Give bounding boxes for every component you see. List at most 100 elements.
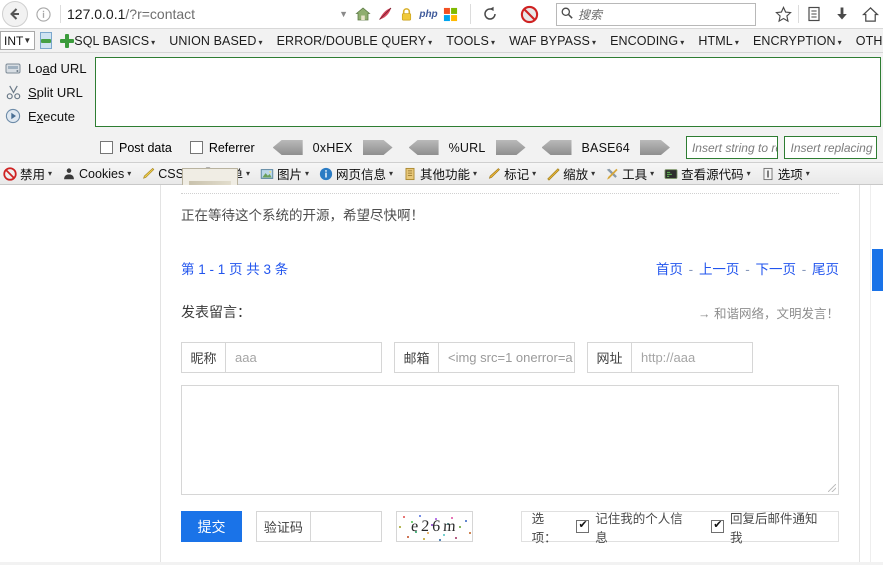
post-comment-title: 发表留言： bbox=[181, 304, 251, 320]
scrollbar-thumb[interactable] bbox=[872, 249, 883, 291]
hackbar-menu-html[interactable]: HTML ▾ bbox=[698, 34, 739, 48]
email-input[interactable]: <img src=1 onerror=a bbox=[439, 343, 574, 372]
split-url-button[interactable]: Split URL bbox=[0, 80, 95, 104]
extbar-item-resize[interactable]: 缩放 ▾ bbox=[545, 164, 595, 183]
pagination-next-link[interactable]: 下一页 bbox=[755, 262, 796, 277]
email-field[interactable]: 邮箱 <img src=1 onerror=a bbox=[394, 342, 575, 373]
lock-extension-icon[interactable] bbox=[398, 6, 415, 23]
remember-info-checkbox[interactable]: 记住我的个人信息 bbox=[576, 508, 693, 546]
home-extension-icon[interactable] bbox=[354, 6, 371, 23]
hackbar-type-select[interactable]: INT ▼ bbox=[0, 31, 36, 50]
outline-icon bbox=[486, 166, 502, 182]
pagination-prev-link[interactable]: 上一页 bbox=[699, 262, 740, 277]
submit-button[interactable]: 提交 bbox=[181, 511, 242, 542]
chevron-down-icon: ▾ bbox=[805, 169, 810, 178]
bookmark-star-icon[interactable] bbox=[770, 2, 796, 26]
hackbar-menu-union-based[interactable]: UNION BASED ▾ bbox=[169, 34, 262, 48]
hackbar-menu-error-double-query[interactable]: ERROR/DOUBLE QUERY ▾ bbox=[277, 34, 433, 48]
url-encode-button[interactable] bbox=[495, 140, 526, 155]
search-icon bbox=[561, 7, 573, 22]
split-url-icon bbox=[2, 82, 24, 102]
website-input[interactable]: http://aaa bbox=[632, 343, 752, 372]
page-vertical-scrollbar[interactable] bbox=[870, 185, 883, 565]
library-icon[interactable] bbox=[801, 2, 827, 26]
chevron-down-icon: ▾ bbox=[258, 37, 263, 47]
noscript-button[interactable] bbox=[516, 2, 542, 26]
captcha-field[interactable]: 验证码 bbox=[255, 511, 382, 542]
download-icon[interactable] bbox=[829, 2, 855, 26]
pagination-last-link[interactable]: 尾页 bbox=[812, 262, 839, 277]
extbar-item-options[interactable]: 选项 ▾ bbox=[760, 164, 810, 183]
extbar-item-page-info[interactable]: 网页信息 ▾ bbox=[318, 164, 393, 183]
execute-label: Execute bbox=[28, 108, 75, 124]
execute-button[interactable]: Execute bbox=[0, 104, 95, 128]
encoder-group-url: %URL bbox=[408, 140, 526, 155]
hackbar-url-textarea[interactable] bbox=[95, 57, 881, 127]
nickname-field[interactable]: 昵称 aaa bbox=[181, 342, 382, 373]
pagination-first-link[interactable]: 首页 bbox=[656, 262, 683, 277]
chevron-down-icon[interactable]: ▼ bbox=[339, 9, 348, 19]
url-display[interactable]: 127.0.0.1/?r=contact bbox=[67, 6, 195, 22]
reload-button[interactable] bbox=[478, 2, 502, 26]
replace-from-input[interactable]: Insert string to replace bbox=[685, 136, 779, 159]
captcha-input[interactable] bbox=[311, 512, 381, 541]
extbar-item-disable[interactable]: 禁用 ▾ bbox=[2, 164, 52, 183]
replace-to-input[interactable]: Insert replacing string bbox=[784, 136, 877, 159]
hex-decode-button[interactable] bbox=[272, 140, 303, 155]
pagination-summary: 第 1 - 1 页 共 3 条 bbox=[181, 262, 289, 277]
url-host: 127.0.0.1 bbox=[67, 6, 126, 22]
base64-decode-button[interactable] bbox=[541, 140, 572, 155]
feather-extension-icon[interactable] bbox=[376, 6, 393, 23]
captcha-image[interactable]: e26m bbox=[395, 511, 473, 542]
nickname-input[interactable]: aaa bbox=[226, 343, 381, 372]
site-info-icon[interactable] bbox=[32, 3, 54, 25]
back-button[interactable] bbox=[2, 1, 28, 27]
extbar-label: 标记 bbox=[504, 168, 530, 182]
windows-extension-icon[interactable] bbox=[442, 6, 459, 23]
referrer-checkbox[interactable]: Referrer bbox=[189, 141, 255, 155]
php-extension-icon[interactable]: php bbox=[419, 6, 437, 23]
hackbar-menu-encryption[interactable]: ENCRYPTION ▾ bbox=[753, 34, 842, 48]
extbar-item-misc[interactable]: 其他功能 ▾ bbox=[402, 164, 477, 183]
extbar-item-outline[interactable]: 标记 ▾ bbox=[486, 164, 536, 183]
search-bar[interactable]: 搜索 bbox=[556, 2, 756, 26]
hackbar-menu-encoding[interactable]: ENCODING ▾ bbox=[610, 34, 684, 48]
post-data-checkbox[interactable]: Post data bbox=[100, 141, 172, 155]
extbar-item-view-source[interactable]: 查看源代码 ▾ bbox=[663, 164, 751, 183]
hackbar-menu-row: INT ▼ SQL BASICS ▾ UNION BASED ▾ ERROR/DOU… bbox=[0, 29, 883, 53]
hackbar-menu-tools[interactable]: TOOLS ▾ bbox=[446, 34, 495, 48]
home-icon[interactable] bbox=[857, 2, 883, 26]
browser-url-bar: 127.0.0.1/?r=contact ▼ php 搜索 bbox=[0, 0, 883, 29]
extbar-item-tools[interactable]: 工具 ▾ bbox=[604, 164, 654, 183]
hackbar-menu-other[interactable]: OTHER▾ bbox=[856, 34, 883, 48]
hex-encode-button[interactable] bbox=[362, 140, 393, 155]
textarea-resize-handle[interactable] bbox=[828, 484, 836, 492]
hackbar-menu-waf-bypass[interactable]: WAF BYPASS ▾ bbox=[509, 34, 596, 48]
hackbar-collapse-button[interactable] bbox=[40, 32, 53, 49]
post-comment-header: 发表留言： → 和谐网络，文明发言！ bbox=[181, 302, 839, 322]
base64-label: BASE64 bbox=[581, 140, 630, 155]
extbar-label: 选项 bbox=[777, 168, 803, 182]
post-data-label: Post data bbox=[119, 140, 172, 155]
website-field[interactable]: 网址 http://aaa bbox=[587, 342, 753, 373]
extbar-item-cookies[interactable]: Cookies ▾ bbox=[61, 166, 131, 182]
url-decode-button[interactable] bbox=[408, 140, 439, 155]
comment-textarea[interactable] bbox=[181, 385, 839, 495]
base64-encode-button[interactable] bbox=[639, 140, 670, 155]
notify-email-checkbox[interactable]: 回复后邮件通知我 bbox=[711, 508, 828, 546]
menu-label: TOOLS bbox=[446, 33, 489, 48]
extbar-item-images[interactable]: 图片 ▾ bbox=[259, 164, 309, 183]
hackbar-menu-sql-basics[interactable]: SQL BASICS ▾ bbox=[74, 34, 155, 48]
chevron-down-icon: ▾ bbox=[127, 169, 132, 178]
extbar-label: Cookies bbox=[79, 166, 125, 181]
extbar-label: 图片 bbox=[276, 168, 302, 182]
page-content: 正在等待这个系统的开源，希望尽快啊！ 第 1 - 1 页 共 3 条 首页 - … bbox=[0, 185, 883, 565]
remember-info-label: 记住我的个人信息 bbox=[595, 511, 683, 545]
chevron-down-icon: ▾ bbox=[245, 169, 250, 178]
guestbook-container: 正在等待这个系统的开源，希望尽快啊！ 第 1 - 1 页 共 3 条 首页 - … bbox=[160, 185, 860, 565]
search-input[interactable]: 搜索 bbox=[578, 6, 602, 23]
load-url-button[interactable]: Load URL bbox=[0, 56, 95, 80]
misc-icon bbox=[402, 166, 418, 182]
comment-submit-row: 提交 验证码 e26m 选项： ✔ 记住我的个人信息 ✔ 回复后邮件通知我 bbox=[181, 511, 839, 545]
comment-options-box: 选项： 记住我的个人信息 回复后邮件通知我 bbox=[520, 511, 839, 545]
